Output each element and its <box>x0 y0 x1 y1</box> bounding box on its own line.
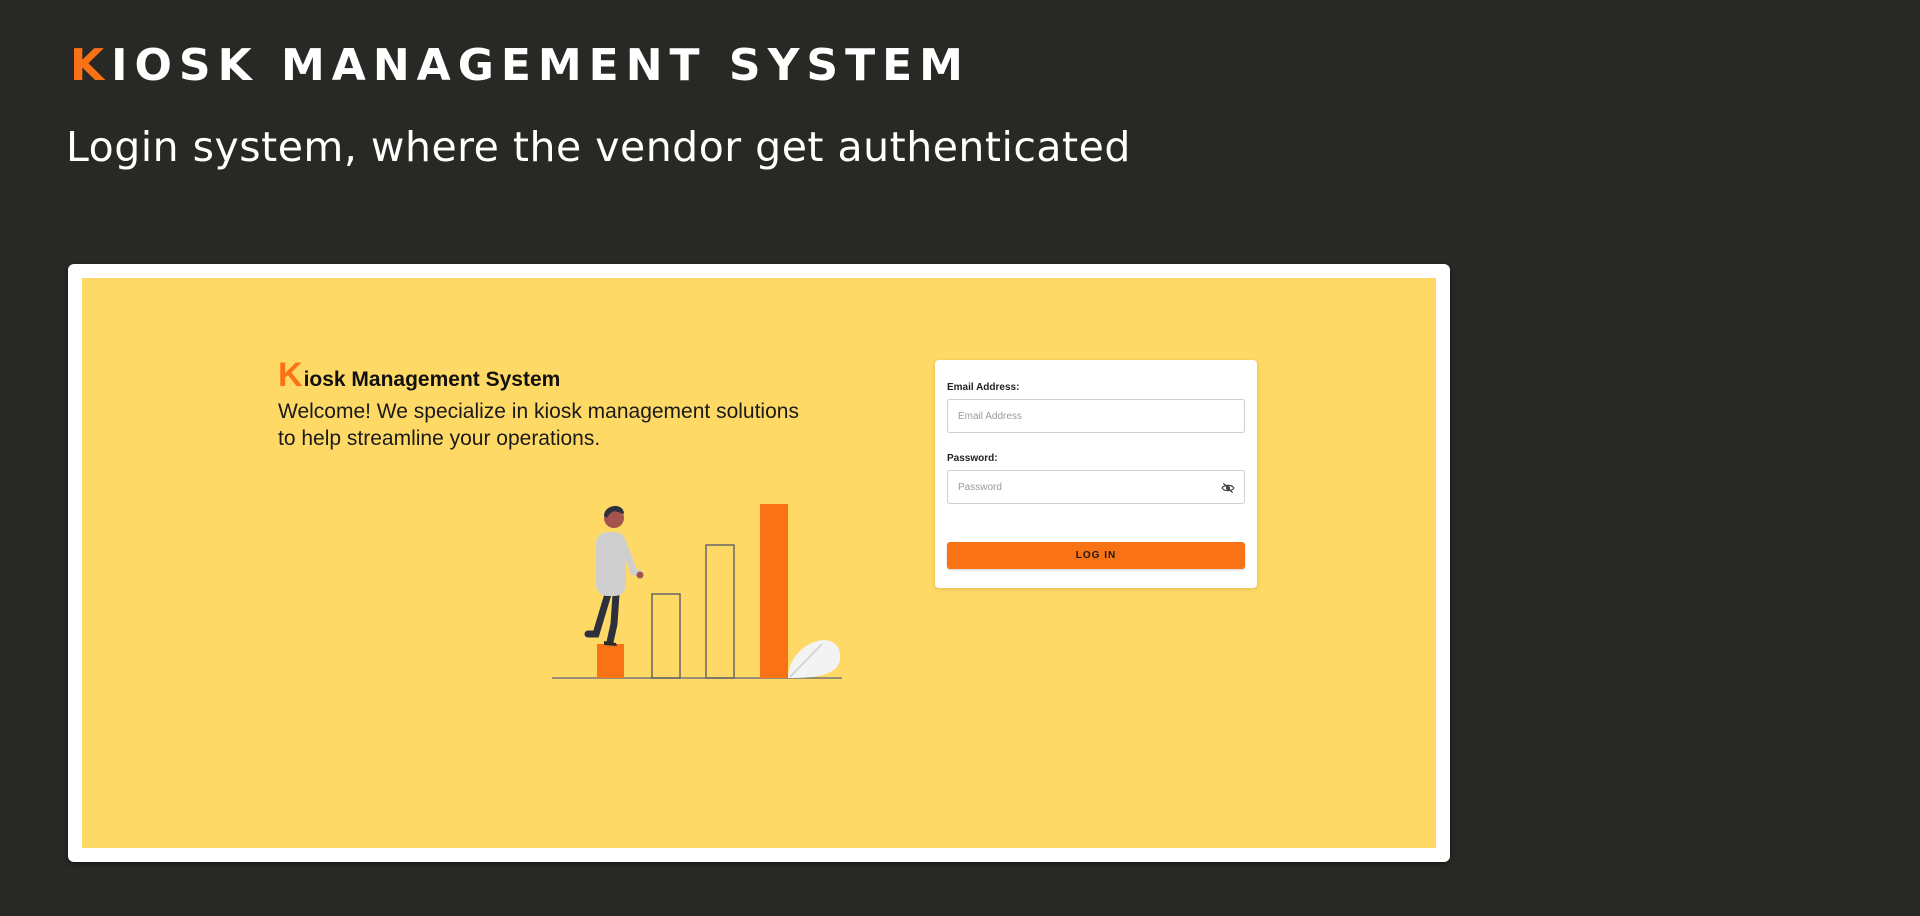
brand-initial: K <box>278 356 303 394</box>
growth-illustration <box>552 504 842 679</box>
step-bar-1 <box>597 644 624 678</box>
eye-off-icon[interactable] <box>1220 481 1236 495</box>
password-field-wrapper <box>947 470 1245 504</box>
welcome-text: Welcome! We specialize in kiosk manageme… <box>278 400 799 450</box>
login-card: Email Address: Password: LOG IN <box>935 360 1257 588</box>
person-leg-back <box>584 590 612 638</box>
email-field-wrapper <box>947 399 1245 433</box>
brand-name: iosk Management System <box>303 368 561 391</box>
login-page: K iosk Management System Welcome! We spe… <box>82 278 1436 848</box>
email-input[interactable] <box>948 400 1244 432</box>
login-button[interactable]: LOG IN <box>947 542 1245 569</box>
password-input[interactable] <box>948 471 1244 503</box>
plant-leaf <box>788 640 841 678</box>
person-leg-front <box>606 590 620 646</box>
hero-subtitle: Login system, where the vendor get authe… <box>66 123 1131 171</box>
presentation-slide: KIOSK MANAGEMENT SYSTEM Login system, wh… <box>0 0 1920 916</box>
step-bar-4 <box>760 504 788 678</box>
email-label: Email Address: <box>947 382 1020 393</box>
step-bar-3 <box>705 544 735 679</box>
hero-title: KIOSK MANAGEMENT SYSTEM <box>70 44 970 88</box>
hero-title-initial: K <box>70 40 112 91</box>
step-bar-2 <box>651 593 681 679</box>
hero-title-rest: IOSK MANAGEMENT SYSTEM <box>111 40 970 91</box>
screenshot-frame: K iosk Management System Welcome! We spe… <box>68 264 1450 862</box>
app-brand: K iosk Management System <box>278 358 560 392</box>
password-label: Password: <box>947 453 998 464</box>
